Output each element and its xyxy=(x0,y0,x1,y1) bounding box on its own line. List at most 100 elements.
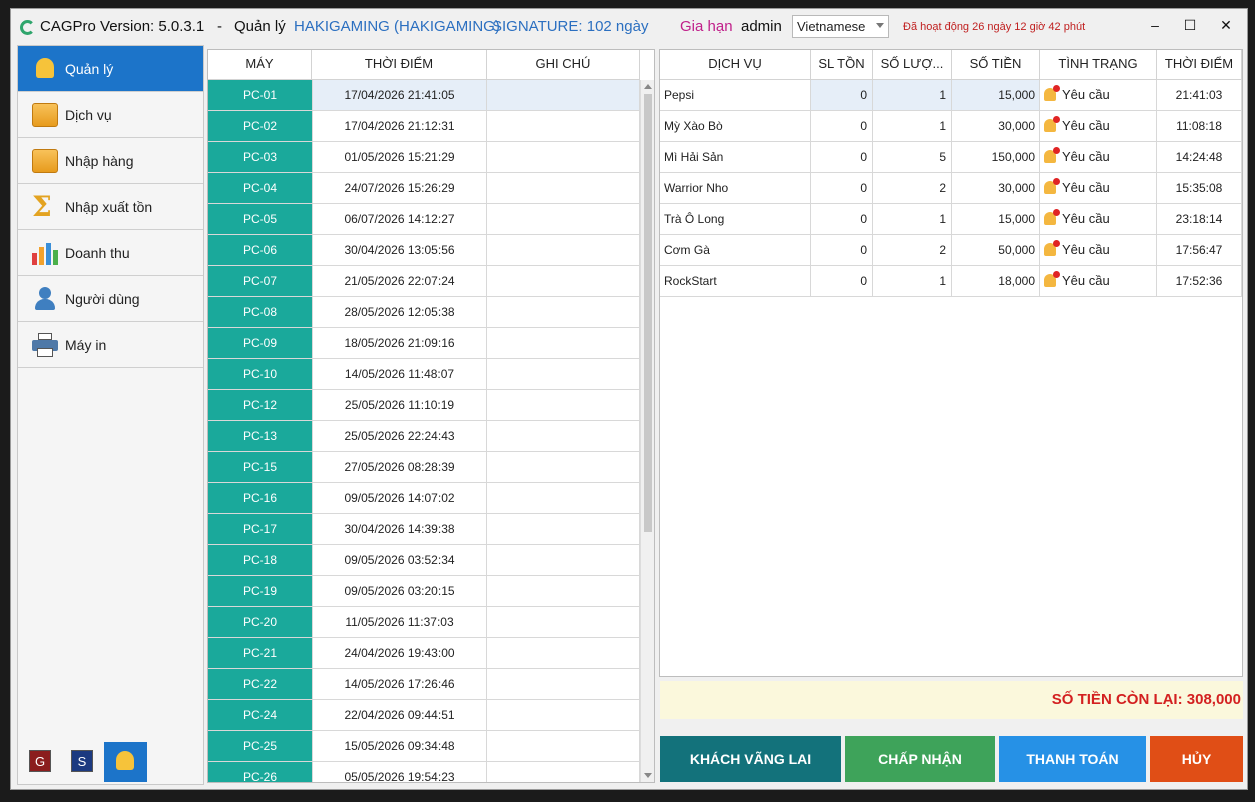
amount-cell[interactable]: 15,000 xyxy=(952,204,1040,234)
note-cell[interactable] xyxy=(487,173,640,203)
qty-cell[interactable]: 1 xyxy=(873,204,952,234)
time-cell[interactable]: 24/04/2026 19:43:00 xyxy=(312,638,487,668)
table-row[interactable]: PC-05 06/07/2026 14:12:27 xyxy=(208,204,640,235)
note-cell[interactable] xyxy=(487,359,640,389)
table-row[interactable]: PC-20 11/05/2026 11:37:03 xyxy=(208,607,640,638)
table-row[interactable]: PC-16 09/05/2026 14:07:02 xyxy=(208,483,640,514)
order-time-cell[interactable]: 23:18:14 xyxy=(1157,204,1242,234)
order-time-cell[interactable]: 17:52:36 xyxy=(1157,266,1242,296)
table-row[interactable]: PC-08 28/05/2026 12:05:38 xyxy=(208,297,640,328)
col-service[interactable]: DỊCH VỤ xyxy=(660,50,811,80)
scroll-down-icon[interactable] xyxy=(644,773,652,778)
time-cell[interactable]: 05/05/2026 19:54:23 xyxy=(312,762,487,782)
note-cell[interactable] xyxy=(487,607,640,637)
table-row[interactable]: PC-07 21/05/2026 22:07:24 xyxy=(208,266,640,297)
machine-cell[interactable]: PC-19 xyxy=(208,576,312,606)
sidebar-item-inventory[interactable]: Σ Nhập xuất tồn xyxy=(18,184,203,230)
time-cell[interactable]: 25/05/2026 11:10:19 xyxy=(312,390,487,420)
table-row[interactable]: Cơm Gà 0 2 50,000 Yêu cầu 17:56:47 xyxy=(660,235,1242,266)
machine-cell[interactable]: PC-26 xyxy=(208,762,312,782)
table-row[interactable]: Warrior Nho 0 2 30,000 Yêu cầu 15:35:08 xyxy=(660,173,1242,204)
col-time[interactable]: THỜI ĐIỂM xyxy=(312,50,487,80)
col-order-time[interactable]: THỜI ĐIỂM xyxy=(1157,50,1242,80)
table-row[interactable]: Pepsi 0 1 15,000 Yêu cầu 21:41:03 xyxy=(660,80,1242,111)
service-cell[interactable]: Pepsi xyxy=(660,80,811,110)
col-stock[interactable]: SL TỒN xyxy=(811,50,873,80)
machine-cell[interactable]: PC-18 xyxy=(208,545,312,575)
status-cell[interactable]: Yêu cầu xyxy=(1040,80,1157,110)
service-cell[interactable]: Mỳ Xào Bò xyxy=(660,111,811,141)
note-cell[interactable] xyxy=(487,762,640,782)
service-cell[interactable]: Trà Ô Long xyxy=(660,204,811,234)
sidebar-item-users[interactable]: Người dùng xyxy=(18,276,203,322)
service-cell[interactable]: Cơm Gà xyxy=(660,235,811,265)
order-time-cell[interactable]: 14:24:48 xyxy=(1157,142,1242,172)
table-row[interactable]: PC-13 25/05/2026 22:24:43 xyxy=(208,421,640,452)
machine-cell[interactable]: PC-05 xyxy=(208,204,312,234)
col-amount[interactable]: SỐ TIỀN xyxy=(952,50,1040,80)
qty-cell[interactable]: 5 xyxy=(873,142,952,172)
note-cell[interactable] xyxy=(487,204,640,234)
time-cell[interactable]: 24/07/2026 15:26:29 xyxy=(312,173,487,203)
table-row[interactable]: PC-15 27/05/2026 08:28:39 xyxy=(208,452,640,483)
time-cell[interactable]: 30/04/2026 13:05:56 xyxy=(312,235,487,265)
minimize-button[interactable]: – xyxy=(1144,17,1166,37)
machine-cell[interactable]: PC-04 xyxy=(208,173,312,203)
table-row[interactable]: PC-01 17/04/2026 21:41:05 xyxy=(208,80,640,111)
amount-cell[interactable]: 15,000 xyxy=(952,80,1040,110)
time-cell[interactable]: 25/05/2026 22:24:43 xyxy=(312,421,487,451)
order-time-cell[interactable]: 21:41:03 xyxy=(1157,80,1242,110)
col-machine[interactable]: MÁY xyxy=(208,50,312,80)
time-cell[interactable]: 01/05/2026 15:21:29 xyxy=(312,142,487,172)
table-row[interactable]: Mì Hải Sản 0 5 150,000 Yêu cầu 14:24:48 xyxy=(660,142,1242,173)
note-cell[interactable] xyxy=(487,700,640,730)
sidebar-item-services[interactable]: Dịch vụ xyxy=(18,92,203,138)
sidebar-item-printer[interactable]: Máy in xyxy=(18,322,203,368)
close-button[interactable]: ✕ xyxy=(1215,17,1237,37)
stock-cell[interactable]: 0 xyxy=(811,235,873,265)
time-cell[interactable]: 21/05/2026 22:07:24 xyxy=(312,266,487,296)
table-row[interactable]: PC-09 18/05/2026 21:09:16 xyxy=(208,328,640,359)
stock-cell[interactable]: 0 xyxy=(811,173,873,203)
amount-cell[interactable]: 150,000 xyxy=(952,142,1040,172)
table-row[interactable]: PC-26 05/05/2026 19:54:23 xyxy=(208,762,640,782)
machine-cell[interactable]: PC-21 xyxy=(208,638,312,668)
language-select[interactable]: Vietnamese xyxy=(792,15,889,38)
table-row[interactable]: PC-02 17/04/2026 21:12:31 xyxy=(208,111,640,142)
status-cell[interactable]: Yêu cầu xyxy=(1040,173,1157,203)
table-row[interactable]: PC-03 01/05/2026 15:21:29 xyxy=(208,142,640,173)
status-cell[interactable]: Yêu cầu xyxy=(1040,204,1157,234)
note-cell[interactable] xyxy=(487,452,640,482)
time-cell[interactable]: 06/07/2026 14:12:27 xyxy=(312,204,487,234)
note-cell[interactable] xyxy=(487,111,640,141)
stock-cell[interactable]: 0 xyxy=(811,204,873,234)
sidebar-item-import[interactable]: Nhập hàng xyxy=(18,138,203,184)
amount-cell[interactable]: 18,000 xyxy=(952,266,1040,296)
machine-cell[interactable]: PC-02 xyxy=(208,111,312,141)
table-row[interactable]: PC-12 25/05/2026 11:10:19 xyxy=(208,390,640,421)
machines-scrollbar[interactable] xyxy=(640,80,654,782)
time-cell[interactable]: 17/04/2026 21:41:05 xyxy=(312,80,487,110)
renew-link[interactable]: Gia hạn xyxy=(680,18,733,35)
amount-cell[interactable]: 50,000 xyxy=(952,235,1040,265)
stock-cell[interactable]: 0 xyxy=(811,80,873,110)
machine-cell[interactable]: PC-25 xyxy=(208,731,312,761)
time-cell[interactable]: 09/05/2026 03:20:15 xyxy=(312,576,487,606)
machine-cell[interactable]: PC-15 xyxy=(208,452,312,482)
amount-cell[interactable]: 30,000 xyxy=(952,173,1040,203)
machine-cell[interactable]: PC-01 xyxy=(208,80,312,110)
note-cell[interactable] xyxy=(487,483,640,513)
table-row[interactable]: PC-06 30/04/2026 13:05:56 xyxy=(208,235,640,266)
accept-button[interactable]: CHẤP NHẬN xyxy=(845,736,995,782)
note-cell[interactable] xyxy=(487,266,640,296)
machine-cell[interactable]: PC-06 xyxy=(208,235,312,265)
time-cell[interactable]: 18/05/2026 21:09:16 xyxy=(312,328,487,358)
note-cell[interactable] xyxy=(487,80,640,110)
scroll-thumb[interactable] xyxy=(644,94,652,532)
table-row[interactable]: PC-25 15/05/2026 09:34:48 xyxy=(208,731,640,762)
qty-cell[interactable]: 2 xyxy=(873,235,952,265)
table-row[interactable]: Mỳ Xào Bò 0 1 30,000 Yêu cầu 11:08:18 xyxy=(660,111,1242,142)
sidebar-item-revenue[interactable]: Doanh thu xyxy=(18,230,203,276)
machine-cell[interactable]: PC-07 xyxy=(208,266,312,296)
note-cell[interactable] xyxy=(487,576,640,606)
